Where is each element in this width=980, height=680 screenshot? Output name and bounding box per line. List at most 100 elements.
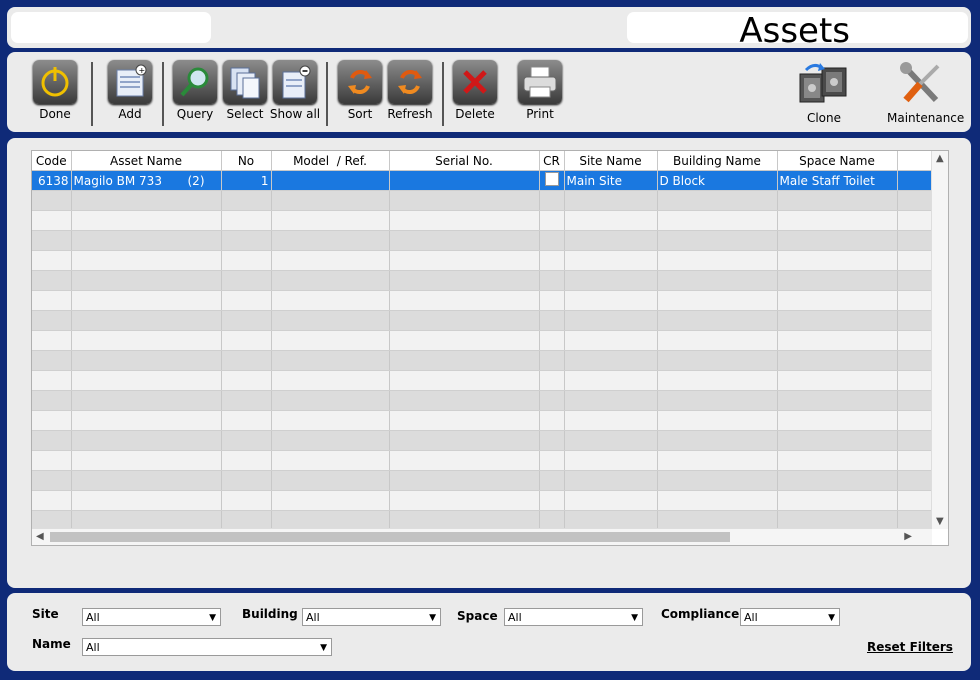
- clone-button[interactable]: Clone: [796, 60, 852, 125]
- magnifier-icon: [173, 60, 217, 104]
- empty-cell: [271, 350, 390, 371]
- empty-table-row: [32, 430, 932, 451]
- x-icon: [453, 60, 497, 104]
- column-header-building-name[interactable]: Building Name: [657, 151, 778, 171]
- empty-cell: [221, 250, 272, 271]
- title-left-box: [11, 12, 211, 43]
- empty-cell: [389, 330, 540, 351]
- delete-button[interactable]: Delete: [448, 60, 502, 121]
- empty-cell: [71, 390, 222, 411]
- cell-cr[interactable]: [539, 170, 565, 191]
- refresh-button[interactable]: Refresh: [383, 60, 437, 121]
- asset-grid[interactable]: Code Asset Name No Model / Ref. Serial N…: [31, 150, 949, 546]
- empty-cell: [389, 470, 540, 491]
- empty-cell: [71, 490, 222, 511]
- column-header-asset-name[interactable]: Asset Name: [71, 151, 222, 171]
- empty-cell: [221, 470, 272, 491]
- cell-asset-name[interactable]: Magilo BM 733 (2): [71, 170, 222, 191]
- empty-cell: [777, 470, 898, 491]
- cell-model[interactable]: [271, 170, 390, 191]
- column-header-serial[interactable]: Serial No.: [389, 151, 540, 171]
- sort-arrows-icon: [338, 60, 382, 104]
- sort-button[interactable]: Sort: [333, 60, 387, 121]
- cell-building-name[interactable]: D Block: [657, 170, 778, 191]
- scroll-up-icon[interactable]: ▲: [936, 153, 944, 164]
- site-filter-select[interactable]: All ▼: [82, 608, 221, 626]
- empty-table-row: [32, 350, 932, 371]
- scroll-left-icon[interactable]: ◀: [36, 531, 44, 542]
- header-row: Code Asset Name No Model / Ref. Serial N…: [32, 151, 932, 171]
- svg-text:+: +: [139, 66, 146, 75]
- column-header-cr[interactable]: CR: [539, 151, 565, 171]
- empty-cell: [897, 270, 932, 291]
- compliance-filter-select[interactable]: All ▼: [740, 608, 840, 626]
- empty-cell: [271, 290, 390, 311]
- empty-cell: [564, 450, 658, 471]
- column-header-no[interactable]: No: [221, 151, 272, 171]
- empty-cell: [539, 490, 565, 511]
- asset-name-text: Magilo BM 733: [73, 173, 162, 188]
- column-header-extra: [897, 151, 932, 171]
- empty-cell: [32, 410, 72, 431]
- vertical-scrollbar[interactable]: ▲ ▼: [931, 151, 948, 529]
- empty-cell: [777, 410, 898, 431]
- empty-cell: [777, 270, 898, 291]
- empty-cell: [539, 190, 565, 211]
- cell-serial[interactable]: [389, 170, 540, 191]
- refresh-arrows-icon: [388, 60, 432, 104]
- empty-cell: [539, 410, 565, 431]
- empty-cell: [897, 450, 932, 471]
- empty-cell: [657, 330, 778, 351]
- empty-cell: [32, 490, 72, 511]
- empty-cell: [539, 210, 565, 231]
- empty-cell: [32, 390, 72, 411]
- empty-cell: [389, 230, 540, 251]
- reset-filters-link[interactable]: Reset Filters: [867, 640, 953, 654]
- select-button[interactable]: Select: [218, 60, 272, 121]
- empty-cell: [657, 210, 778, 231]
- empty-cell: [221, 310, 272, 331]
- toolbar-divider: [91, 62, 93, 126]
- empty-cell: [71, 310, 222, 331]
- column-header-model[interactable]: Model / Ref.: [271, 151, 390, 171]
- horizontal-scrollbar[interactable]: ◀ ▶: [32, 528, 932, 545]
- maintenance-button[interactable]: Maintenance: [887, 60, 964, 125]
- cell-no[interactable]: 1: [221, 170, 272, 191]
- cell-space-name[interactable]: Male Staff Toilet: [777, 170, 898, 191]
- empty-cell: [71, 470, 222, 491]
- name-filter-select[interactable]: All ▼: [82, 638, 332, 656]
- empty-cell: [564, 310, 658, 331]
- empty-cell: [71, 190, 222, 211]
- column-header-site-name[interactable]: Site Name: [564, 151, 658, 171]
- print-button[interactable]: Print: [513, 60, 567, 121]
- cell-site-name[interactable]: Main Site: [564, 170, 658, 191]
- empty-cell: [389, 210, 540, 231]
- done-button[interactable]: Done: [28, 60, 82, 121]
- refresh-label: Refresh: [387, 107, 433, 121]
- query-button[interactable]: Query: [168, 60, 222, 121]
- cr-checkbox[interactable]: [544, 172, 559, 186]
- add-document-icon: +: [108, 60, 152, 104]
- empty-cell: [221, 290, 272, 311]
- cell-code[interactable]: 6138: [32, 170, 72, 191]
- empty-cell: [657, 470, 778, 491]
- empty-cell: [564, 410, 658, 431]
- space-filter-select[interactable]: All ▼: [504, 608, 643, 626]
- empty-cell: [271, 410, 390, 431]
- empty-cell: [271, 210, 390, 231]
- column-header-code[interactable]: Code: [32, 151, 72, 171]
- horizontal-scroll-thumb[interactable]: [50, 532, 730, 542]
- empty-cell: [221, 210, 272, 231]
- table-row[interactable]: 6138 Magilo BM 733 (2) 1 Main Site D Bloc…: [32, 170, 932, 191]
- empty-cell: [539, 290, 565, 311]
- empty-table-row: [32, 290, 932, 311]
- scroll-down-icon[interactable]: ▼: [936, 516, 944, 527]
- column-header-space-name[interactable]: Space Name: [777, 151, 898, 171]
- empty-cell: [657, 250, 778, 271]
- empty-cell: [897, 330, 932, 351]
- show-all-button[interactable]: Show all: [268, 60, 322, 121]
- empty-cell: [777, 450, 898, 471]
- add-button[interactable]: + Add: [103, 60, 157, 121]
- scroll-right-icon[interactable]: ▶: [904, 531, 912, 542]
- building-filter-select[interactable]: All ▼: [302, 608, 441, 626]
